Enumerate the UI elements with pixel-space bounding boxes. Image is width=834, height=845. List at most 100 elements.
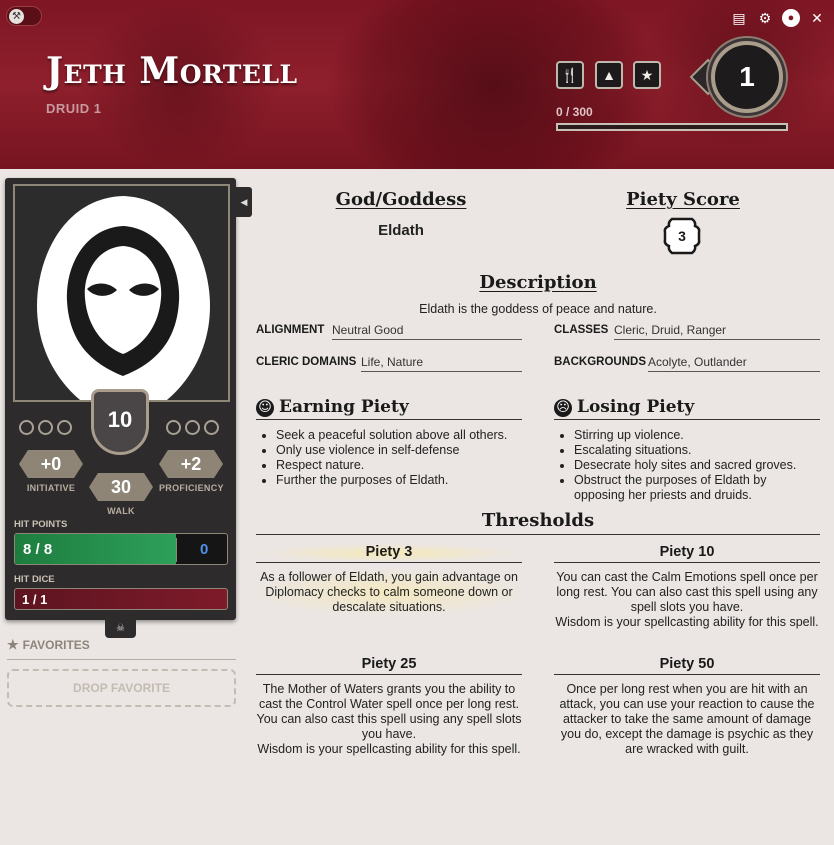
short-rest-button[interactable]: 🍴 bbox=[556, 61, 584, 89]
skull-icon: ☠ bbox=[116, 623, 125, 634]
backgrounds-label: BACKGROUNDS bbox=[554, 356, 646, 368]
hp-divider bbox=[176, 538, 177, 562]
tent-icon: ▲ bbox=[602, 67, 616, 83]
description-text: Eldath is the goddess of peace and natur… bbox=[419, 302, 657, 316]
god-name: Eldath bbox=[378, 222, 424, 239]
hit-points-label: HIT POINTS bbox=[14, 519, 68, 530]
gear-icon[interactable]: ⚙ bbox=[756, 9, 774, 27]
temp-hp-value[interactable]: 0 bbox=[200, 541, 208, 558]
proficiency-label: PROFICIENCY bbox=[159, 483, 224, 493]
hit-points-bar[interactable]: 8 / 8 0 bbox=[14, 533, 228, 565]
mode-toggle[interactable]: ⚒ bbox=[6, 6, 42, 26]
fork-knife-icon: 🍴 bbox=[561, 67, 579, 83]
list-item: Further the purposes of Eldath. bbox=[276, 473, 522, 488]
save-dot[interactable] bbox=[185, 420, 200, 435]
classes-label: CLASSES bbox=[554, 324, 609, 336]
classes-value: Cleric, Druid, Ranger bbox=[614, 323, 820, 340]
favorites-header: ★ FAVORITES bbox=[7, 637, 236, 660]
character-header: ⚒ Jeth Mortell DRUID 1 ▤ ⚙ ● ✕ 🍴 ▲ ★ 0 /… bbox=[0, 0, 834, 169]
backgrounds-value: Acolyte, Outlander bbox=[648, 355, 820, 372]
threshold-title: Piety 3 bbox=[256, 544, 522, 563]
wrench-icon: ⚒ bbox=[9, 9, 24, 24]
hit-points-value: 8 / 8 bbox=[23, 541, 53, 558]
death-save-failures[interactable] bbox=[166, 420, 219, 435]
hooded-figure-icon bbox=[15, 186, 228, 400]
character-sidebar: 10 +0 INITIATIVE 30 WALK +2 PROFICIENCY … bbox=[5, 178, 236, 620]
character-portrait[interactable] bbox=[13, 184, 230, 402]
hit-dice-value: 1 / 1 bbox=[22, 592, 48, 607]
collapse-sidebar-button[interactable]: ◀ bbox=[236, 187, 252, 217]
save-dot[interactable] bbox=[38, 420, 53, 435]
save-dot[interactable] bbox=[57, 420, 72, 435]
level-number: 1 bbox=[739, 61, 755, 92]
threshold-piety-3: Piety 3 As a follower of Eldath, you gai… bbox=[256, 544, 522, 615]
alignment-value: Neutral Good bbox=[332, 323, 522, 340]
armor-class-value: 10 bbox=[107, 407, 133, 432]
star-icon: ★ bbox=[7, 637, 19, 652]
class-level: DRUID 1 bbox=[46, 101, 102, 116]
close-icon[interactable]: ✕ bbox=[808, 9, 826, 27]
initiative-label: INITIATIVE bbox=[26, 483, 76, 493]
xp-text: 0 / 300 bbox=[556, 105, 593, 119]
god-heading: God/Goddess bbox=[335, 189, 467, 210]
threshold-text: Once per long rest when you are hit with… bbox=[559, 682, 815, 756]
initiative-value: +0 bbox=[40, 454, 62, 474]
save-dot[interactable] bbox=[166, 420, 181, 435]
hit-dice-label: HIT DICE bbox=[14, 574, 55, 585]
earning-piety-heading: ☺ Earning Piety bbox=[256, 397, 522, 420]
smile-icon: ☺ bbox=[256, 399, 274, 417]
proficiency-value: +2 bbox=[180, 454, 202, 474]
cleric-domains-value: Life, Nature bbox=[361, 355, 522, 372]
long-rest-button[interactable]: ▲ bbox=[595, 61, 623, 89]
list-item: Respect nature. bbox=[276, 458, 522, 473]
threshold-title: Piety 10 bbox=[554, 544, 820, 563]
walk-speed-badge[interactable]: 30 bbox=[89, 473, 153, 501]
piety-score-heading: Piety Score bbox=[626, 189, 740, 210]
hit-dice-bar[interactable]: 1 / 1 bbox=[14, 588, 228, 610]
losing-piety-list: Stirring up violence.Escalating situatio… bbox=[556, 428, 820, 503]
character-name: Jeth Mortell bbox=[46, 50, 298, 92]
death-save-successes[interactable] bbox=[19, 420, 72, 435]
description-heading: Description bbox=[479, 272, 597, 293]
threshold-title: Piety 50 bbox=[554, 656, 820, 675]
walk-label: WALK bbox=[107, 506, 135, 516]
threshold-piety-25: Piety 25 The Mother of Waters grants you… bbox=[256, 656, 522, 757]
walk-value: 30 bbox=[110, 477, 132, 497]
armor-class-shield[interactable]: 10 bbox=[91, 389, 149, 455]
user-circle-icon[interactable]: ● bbox=[782, 9, 800, 27]
frown-icon: ☹ bbox=[554, 399, 572, 417]
threshold-text: As a follower of Eldath, you gain advant… bbox=[256, 570, 522, 615]
drop-favorite-zone[interactable]: DROP FAVORITE bbox=[7, 669, 236, 707]
skull-tab-button[interactable]: ☠ bbox=[105, 620, 136, 638]
inspiration-button[interactable]: ★ bbox=[633, 61, 661, 89]
list-item: Only use violence in self-defense bbox=[276, 443, 522, 458]
save-dot[interactable] bbox=[204, 420, 219, 435]
proficiency-badge[interactable]: +2 bbox=[159, 450, 223, 478]
threshold-piety-10: Piety 10 You can cast the Calm Emotions … bbox=[554, 544, 820, 630]
list-item: Seek a peaceful solution above all other… bbox=[276, 428, 522, 443]
book-icon[interactable]: ▤ bbox=[730, 9, 748, 27]
threshold-text: You can cast the Calm Emotions spell onc… bbox=[555, 570, 819, 629]
list-item: Stirring up violence. bbox=[574, 428, 820, 443]
threshold-title: Piety 25 bbox=[256, 656, 522, 675]
cleric-domains-label: CLERIC DOMAINS bbox=[256, 356, 357, 368]
list-item: Desecrate holy sites and sacred groves. bbox=[574, 458, 820, 473]
earning-piety-list: Seek a peaceful solution above all other… bbox=[258, 428, 522, 488]
piety-score-badge[interactable]: 3 bbox=[662, 216, 702, 256]
list-item: Escalating situations. bbox=[574, 443, 820, 458]
level-badge: 1 bbox=[711, 41, 783, 113]
losing-piety-title: Losing Piety bbox=[577, 397, 695, 417]
threshold-text: The Mother of Waters grants you the abil… bbox=[256, 682, 522, 756]
initiative-badge[interactable]: +0 bbox=[19, 450, 83, 478]
alignment-label: ALIGNMENT bbox=[256, 324, 325, 336]
header-icon-bar: ▤ ⚙ ● ✕ bbox=[730, 9, 826, 27]
xp-bar[interactable] bbox=[556, 123, 788, 131]
thresholds-heading: Thresholds bbox=[256, 510, 820, 535]
chevron-left-icon: ◀ bbox=[240, 197, 248, 207]
list-item: Obstruct the purposes of Eldath by oppos… bbox=[574, 473, 820, 503]
earning-piety-title: Earning Piety bbox=[279, 397, 409, 417]
losing-piety-heading: ☹ Losing Piety bbox=[554, 397, 820, 420]
favorites-label: FAVORITES bbox=[22, 638, 90, 652]
star-icon: ★ bbox=[640, 67, 654, 83]
save-dot[interactable] bbox=[19, 420, 34, 435]
